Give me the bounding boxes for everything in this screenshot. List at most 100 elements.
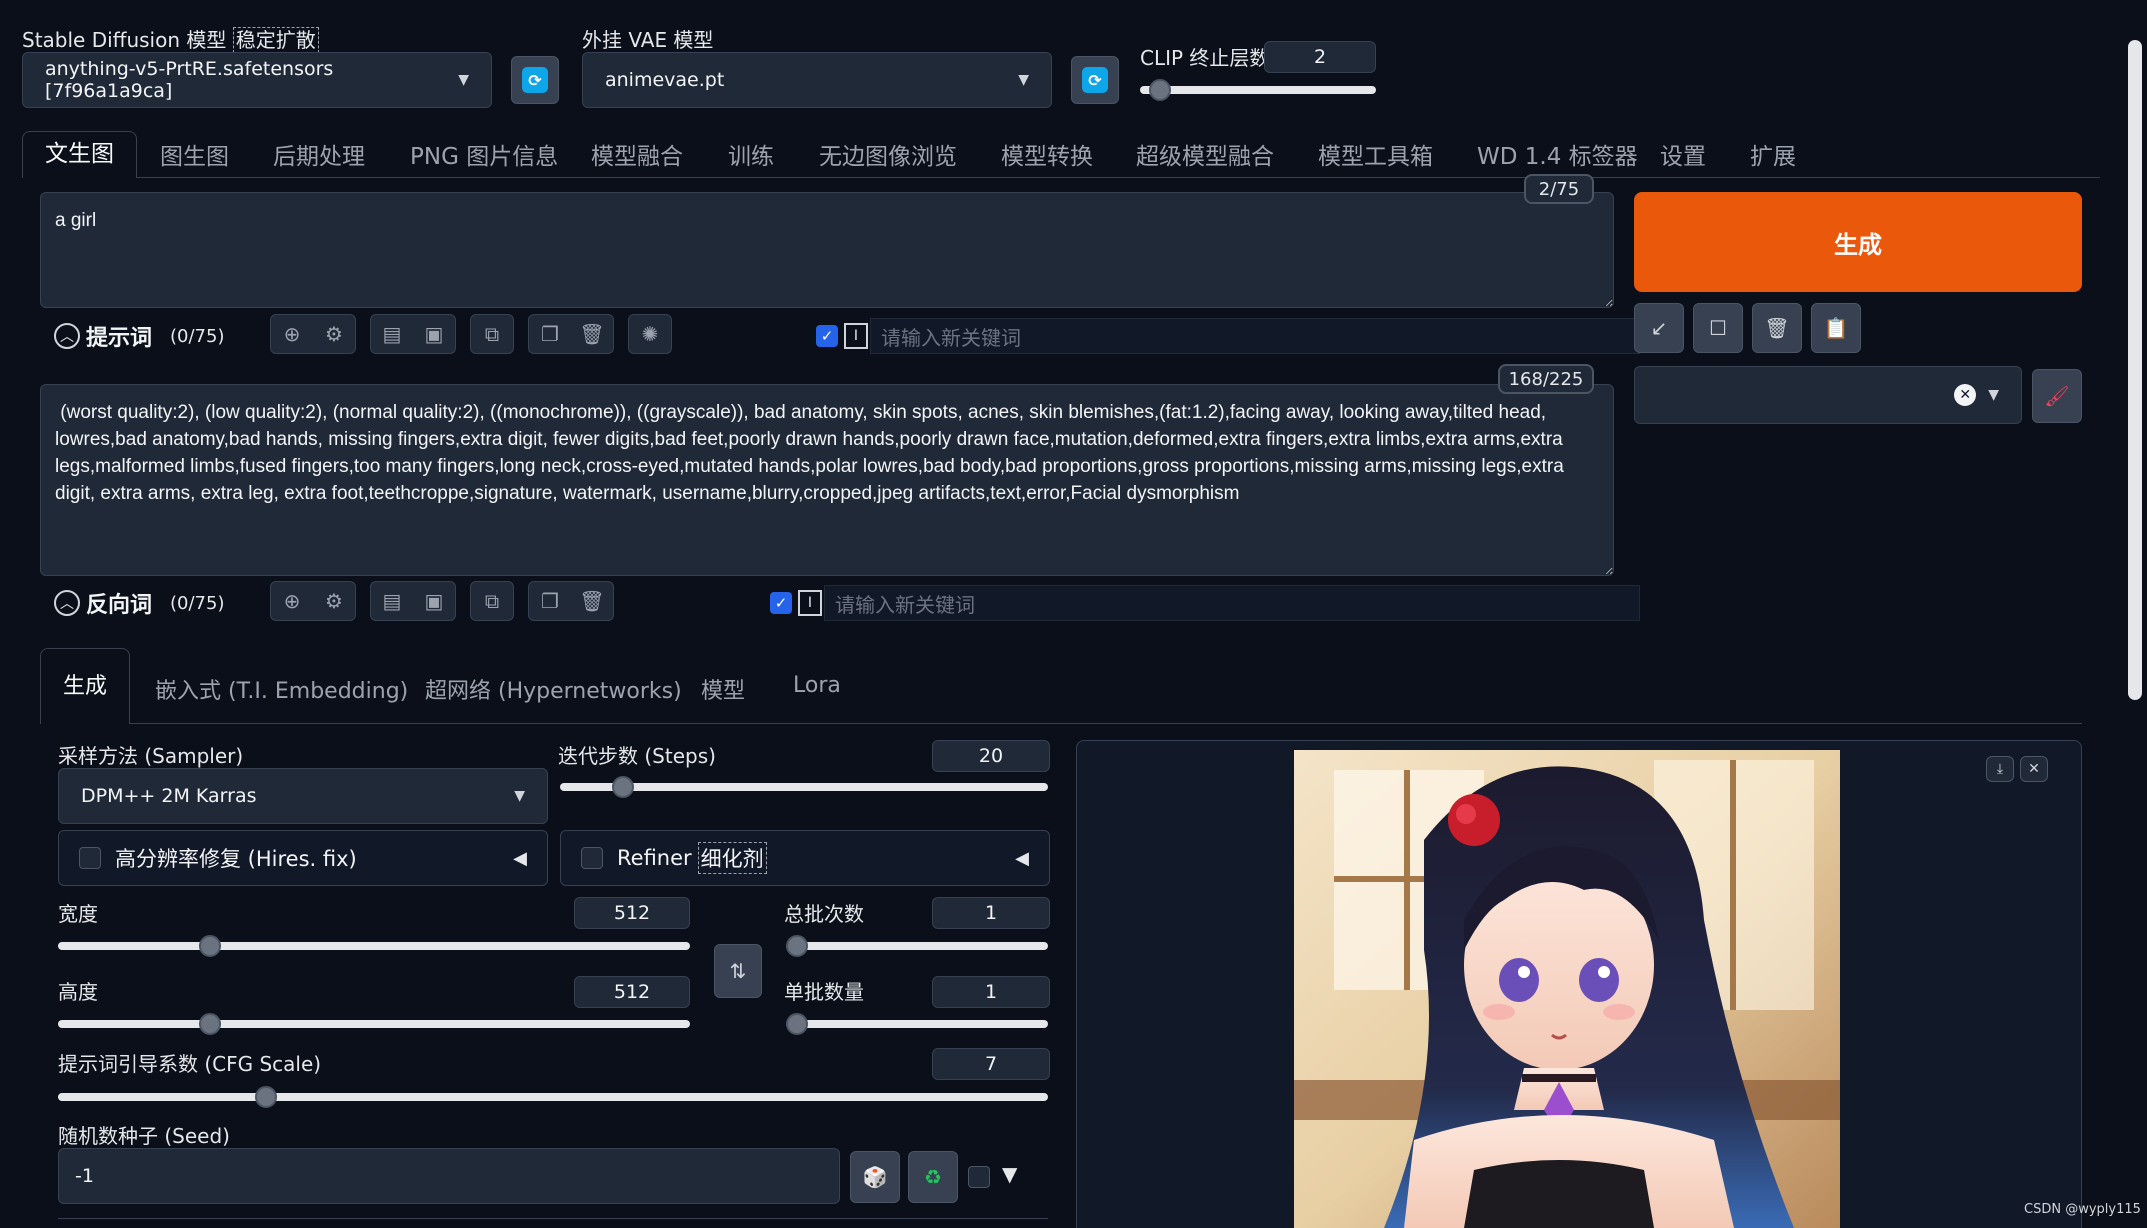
sd-model-label: Stable Diffusion 模型 稳定扩散 [22, 24, 319, 53]
batch-size-input[interactable]: 1 [932, 976, 1050, 1008]
tab-img2img[interactable]: 图生图 [160, 137, 229, 171]
download-button[interactable]: ⤓ [1986, 756, 2014, 782]
refiner-label: Refiner [617, 846, 692, 870]
history-icon[interactable]: ▤ [371, 582, 413, 620]
subtab-model[interactable]: 模型 [701, 673, 745, 705]
subtab-generate[interactable]: 生成 [40, 648, 131, 724]
openai-icon[interactable]: ✺ [629, 315, 671, 353]
copy-icon[interactable]: ❐ [529, 582, 571, 620]
prompt-keyword-input[interactable]: 请输入新关键词 [870, 318, 1640, 354]
prompt-textarea[interactable] [40, 192, 1614, 308]
trash-icon[interactable]: 🗑 [571, 315, 613, 353]
close-icon[interactable]: ✕ [1954, 384, 1977, 406]
history-icon[interactable]: ▤ [371, 315, 413, 353]
generate-button[interactable]: 生成 [1634, 192, 2082, 292]
negative-keyword-toggle[interactable]: ✓ I [770, 590, 822, 616]
hires-fix-accordion[interactable]: 高分辨率修复 (Hires. fix) ◀ [58, 830, 548, 886]
sd-model-dropdown[interactable]: anything-v5-PrtRE.safetensors [7f96a1a9c… [22, 52, 492, 108]
tab-train[interactable]: 训练 [728, 137, 774, 171]
tab-model-toolkit[interactable]: 模型工具箱 [1318, 137, 1433, 171]
negative-prompt-textarea[interactable] [40, 384, 1614, 576]
tab-model-convert[interactable]: 模型转换 [1001, 137, 1093, 171]
swap-dimensions-button[interactable]: ⇅ [714, 944, 762, 998]
batch-count-input[interactable]: 1 [932, 897, 1050, 929]
extra-seed-checkbox[interactable] [968, 1166, 990, 1188]
tab-txt2img[interactable]: 文生图 [22, 131, 137, 178]
copy-icon[interactable]: ❐ [529, 315, 571, 353]
steps-input[interactable]: 20 [932, 740, 1050, 772]
refiner-accordion[interactable]: Refiner 细化剂 ◀ [560, 830, 1050, 886]
slider-thumb[interactable] [786, 1013, 808, 1035]
vae-dropdown[interactable]: animevae.pt ▼ [582, 52, 1052, 108]
sampler-dropdown[interactable]: DPM++ 2M Karras ▼ [58, 768, 548, 824]
height-slider[interactable] [58, 1013, 690, 1035]
edit-styles-button[interactable]: 🖌 [2032, 369, 2082, 423]
batch-count-slider[interactable] [786, 935, 1048, 957]
close-image-button[interactable]: ✕ [2020, 756, 2048, 782]
cfg-slider[interactable] [58, 1086, 1048, 1108]
read-params-button[interactable]: ↙ [1634, 303, 1684, 353]
random-seed-button[interactable]: 🎲 [850, 1151, 900, 1203]
bookmark-icon[interactable]: ▣ [413, 315, 455, 353]
refiner-checkbox[interactable] [581, 847, 603, 869]
trash-icon[interactable]: 🗑 [571, 582, 613, 620]
translate-icon[interactable]: ⧉ [471, 315, 513, 353]
negative-keyword-input[interactable]: 请输入新关键词 [824, 585, 1640, 621]
gear-icon[interactable]: ⚙ [313, 315, 355, 353]
tab-extensions[interactable]: 扩展 [1750, 137, 1796, 171]
steps-slider[interactable] [560, 776, 1048, 798]
slider-thumb[interactable] [198, 1013, 221, 1035]
checkbox-checked[interactable]: ✓ [816, 325, 838, 347]
translate-icon[interactable]: ⧉ [471, 582, 513, 620]
prompt-token-counter: 2/75 [1524, 174, 1594, 204]
subtab-embedding[interactable]: 嵌入式 (T.I. Embedding) [155, 673, 408, 705]
close-icon: ✕ [2028, 761, 2040, 777]
globe-icon[interactable]: ⊕ [271, 315, 313, 353]
scrollbar-thumb[interactable] [2128, 40, 2142, 700]
tab-wd14-tagger[interactable]: WD 1.4 标签器 [1477, 137, 1638, 171]
slider-thumb[interactable] [612, 776, 635, 798]
tab-infinite-browser[interactable]: 无边图像浏览 [819, 137, 957, 171]
height-input[interactable]: 512 [574, 976, 690, 1008]
styles-button[interactable]: 📋 [1811, 303, 1861, 353]
anime-girl-image [1294, 750, 1840, 1228]
clip-value-input[interactable]: 2 [1264, 41, 1376, 73]
recycle-icon: ♻ [924, 1165, 942, 1189]
tab-settings[interactable]: 设置 [1660, 137, 1706, 171]
collapse-triangle-icon: ◀ [513, 847, 527, 869]
slider-thumb[interactable] [198, 935, 221, 957]
batch-size-slider[interactable] [786, 1013, 1048, 1035]
negative-collapse[interactable]: ︿ 反向词 (0/75) [54, 587, 224, 619]
reuse-seed-button[interactable]: ♻ [908, 1151, 958, 1203]
width-slider[interactable] [58, 935, 690, 957]
tab-png-info[interactable]: PNG 图片信息 [410, 137, 558, 171]
tab-supermerger[interactable]: 超级模型融合 [1136, 137, 1274, 171]
slider-thumb[interactable] [1148, 79, 1171, 101]
clip-slider[interactable] [1140, 79, 1376, 101]
slider-thumb[interactable] [254, 1086, 277, 1108]
hires-fix-checkbox[interactable] [79, 847, 101, 869]
slider-thumb[interactable] [786, 935, 808, 957]
seed-input[interactable]: -1 [58, 1148, 840, 1204]
sd-model-label-tag: 稳定扩散 [232, 27, 319, 53]
globe-icon[interactable]: ⊕ [271, 582, 313, 620]
width-input[interactable]: 512 [574, 897, 690, 929]
refresh-vae-button[interactable]: ⟳ [1071, 56, 1119, 104]
prompt-keyword-toggle[interactable]: ✓ I [816, 323, 868, 349]
clear-button[interactable]: 🗑 [1752, 303, 1802, 353]
tab-extras[interactable]: 后期处理 [273, 137, 365, 171]
expand-triangle-icon[interactable]: ▼ [1002, 1162, 1017, 1186]
vae-value: animevae.pt [605, 69, 725, 91]
checkbox-checked[interactable]: ✓ [770, 592, 792, 614]
subtab-lora[interactable]: Lora [793, 673, 841, 698]
paste-button[interactable]: ☐ [1693, 303, 1743, 353]
bookmark-icon[interactable]: ▣ [413, 582, 455, 620]
gear-icon[interactable]: ⚙ [313, 582, 355, 620]
generated-image[interactable] [1294, 750, 1840, 1228]
tab-model-merge[interactable]: 模型融合 [591, 137, 683, 171]
refresh-models-button[interactable]: ⟳ [511, 56, 559, 104]
styles-dropdown[interactable]: ✕ ▼ [1634, 366, 2022, 424]
cfg-input[interactable]: 7 [932, 1048, 1050, 1080]
subtab-hypernetworks[interactable]: 超网络 (Hypernetworks) [425, 673, 682, 705]
prompt-collapse[interactable]: ︿ 提示词 (0/75) [54, 320, 224, 352]
